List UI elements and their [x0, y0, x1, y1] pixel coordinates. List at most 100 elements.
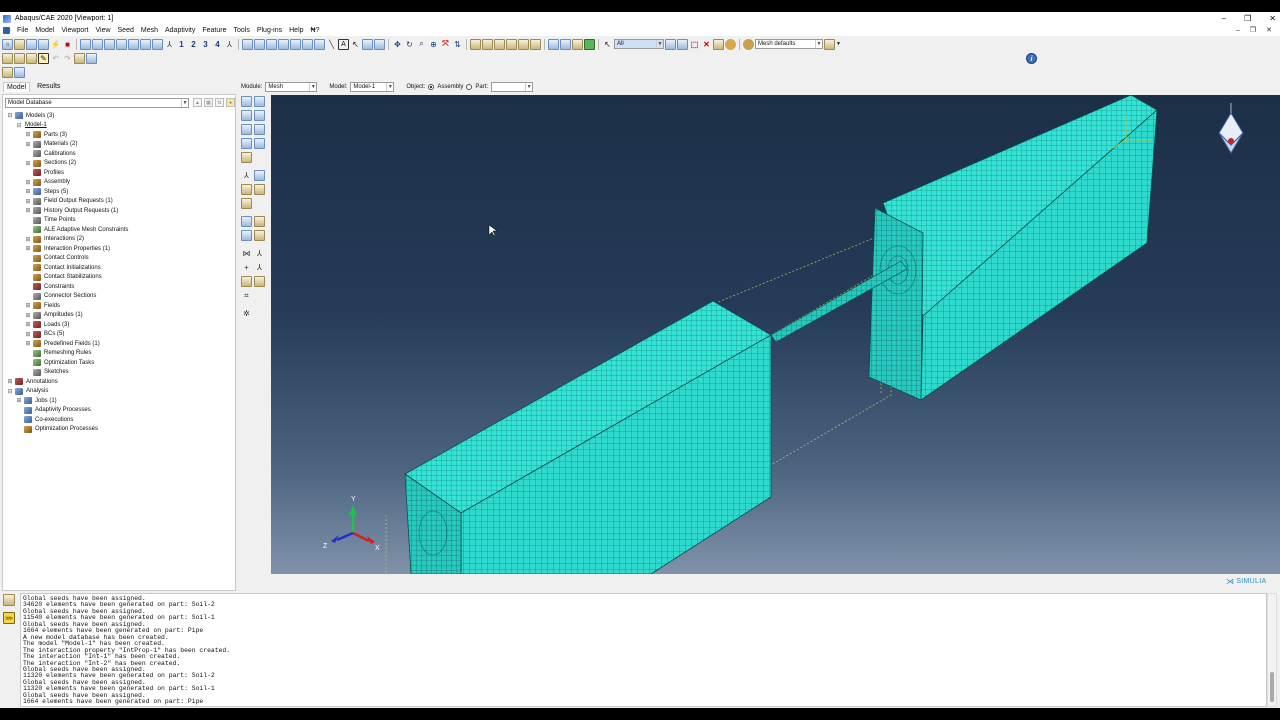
tree-item[interactable]: Contact Initializations	[3, 263, 235, 273]
virtual-topology-tool-icon[interactable]	[241, 216, 252, 227]
tree-item[interactable]: ⊞ Interactions (2)	[3, 235, 235, 245]
rotate-icon[interactable]: ↻	[404, 39, 415, 50]
tree-item[interactable]: Optimization Processes	[3, 425, 235, 435]
delete-mesh-tool-icon[interactable]	[241, 152, 252, 163]
perspective-icon[interactable]	[518, 38, 529, 50]
view-left-icon[interactable]	[290, 38, 301, 50]
datum-point-tool-icon[interactable]: +	[241, 262, 252, 273]
cube-icon[interactable]: ■	[62, 39, 73, 50]
close-button[interactable]: ✕	[1269, 12, 1276, 25]
part-combo[interactable]: ▼	[491, 82, 534, 92]
refine-mesh-tool-icon[interactable]	[254, 230, 265, 241]
cut-icon[interactable]	[74, 52, 85, 64]
view-iso-icon[interactable]	[314, 38, 325, 50]
node-tool-icon[interactable]: ⋈	[241, 248, 252, 259]
tree-item[interactable]: ⊞ Amplitudes (1)	[3, 311, 235, 321]
expand-icon[interactable]: ⊞	[25, 207, 31, 214]
delete-seed-tool-icon[interactable]	[254, 110, 265, 121]
expand-icon[interactable]: ⊞	[25, 236, 31, 243]
menu-plugins[interactable]: Plug-ins	[257, 27, 282, 34]
selection-tool-icon[interactable]: ✎	[38, 52, 49, 64]
view-cube-icon[interactable]	[1218, 103, 1244, 154]
tree-item[interactable]: Co-executions	[3, 415, 235, 425]
minimize-button[interactable]: –	[1222, 12, 1226, 25]
expand-icon[interactable]: ⊞	[25, 198, 31, 205]
message-area[interactable]: Global seeds have been assigned. 34620 el…	[20, 593, 1267, 707]
tree-item[interactable]: Contact Stabilizations	[3, 273, 235, 283]
tree-item[interactable]: ⊞ Materials (2)	[3, 140, 235, 150]
zoom-box-icon[interactable]: ⊕	[428, 39, 439, 50]
expand-icon[interactable]: ⊞	[7, 378, 13, 385]
tree-item[interactable]: ⊞ Jobs (1)	[3, 396, 235, 406]
combine-faces-tool-icon[interactable]	[254, 216, 265, 227]
tree-item[interactable]: Adaptivity Processes	[3, 406, 235, 416]
menu-mesh[interactable]: Mesh	[141, 27, 158, 34]
tree-item[interactable]: Profiles	[3, 168, 235, 178]
soil-2-block[interactable]	[868, 95, 1158, 401]
tree-item[interactable]: ⊟ Analysis	[3, 387, 235, 397]
model-combo[interactable]: Model-1 ▼	[350, 82, 395, 92]
tree-item[interactable]: Optimization Tasks	[3, 358, 235, 368]
copy-tree-icon[interactable]: ▦	[204, 98, 213, 107]
tab-model[interactable]: Model	[3, 82, 31, 92]
viewport-canvas[interactable]: Y X Z	[271, 95, 1280, 574]
expand-icon[interactable]: ⊞	[25, 302, 31, 309]
verify-mesh-tool-icon[interactable]: ⅄	[241, 170, 252, 181]
expand-icon[interactable]: ⊞	[25, 245, 31, 252]
pan-icon[interactable]: ✥	[392, 39, 403, 50]
tree-item[interactable]: ⊞ Sections (2)	[3, 159, 235, 169]
expand-icon[interactable]: ⊞	[25, 331, 31, 338]
info-icon[interactable]: i	[1026, 53, 1037, 64]
assembly-display-icon[interactable]	[14, 52, 25, 64]
tree-item[interactable]: ⊞ Parts (3)	[3, 130, 235, 140]
list-icon[interactable]	[374, 38, 385, 50]
partition-cell-tool-icon[interactable]	[241, 184, 252, 195]
message-area-icon[interactable]	[3, 594, 15, 606]
filter-tree-icon[interactable]: ⇅	[215, 98, 224, 107]
hidden-line-icon[interactable]	[482, 38, 493, 50]
mesh-part-icon[interactable]	[104, 38, 115, 50]
view-top-icon[interactable]	[266, 38, 277, 50]
edit-mesh-tool-icon[interactable]	[241, 230, 252, 241]
view-front-icon[interactable]	[242, 38, 253, 50]
maximize-button[interactable]: ❐	[1244, 12, 1251, 25]
tree-item[interactable]: ⊞ Field Output Requests (1)	[3, 197, 235, 207]
collapse-icon[interactable]: ⊟	[7, 388, 13, 395]
mesh-region-tool-icon[interactable]	[254, 138, 265, 149]
select-boundary-icon[interactable]	[677, 38, 688, 50]
tree-item[interactable]: ⊞ BCs (5)	[3, 330, 235, 340]
parallel-icon[interactable]	[530, 38, 541, 50]
tree-item[interactable]: ⊞ Annotations	[3, 377, 235, 387]
angle-select-icon[interactable]	[713, 38, 724, 50]
box-zoom-icon[interactable]	[572, 38, 583, 50]
move-up-icon[interactable]: ▲	[193, 98, 202, 107]
menu-adaptivity[interactable]: Adaptivity	[165, 27, 195, 34]
view-bottom-icon[interactable]	[278, 38, 289, 50]
tree-item[interactable]: Sketches	[3, 368, 235, 378]
seed-edge-icon[interactable]	[92, 38, 103, 50]
erase-select-icon[interactable]: ✕	[701, 39, 712, 50]
collapse-icon[interactable]: ⊟	[7, 112, 13, 119]
wireframe-icon[interactable]	[470, 38, 481, 50]
bucket-tool-icon[interactable]	[254, 276, 265, 287]
partition-edge-tool-icon[interactable]	[241, 198, 252, 209]
datum-csys-tool-icon[interactable]: ⅄	[254, 262, 265, 273]
shaded-edges-icon[interactable]	[506, 38, 517, 50]
viewport-close-button[interactable]: ✕	[1266, 25, 1272, 36]
number-1-button[interactable]: 1	[176, 39, 187, 50]
partition-face-tool-icon[interactable]	[254, 184, 265, 195]
soil-1-block[interactable]	[404, 300, 772, 574]
cycle-views-icon[interactable]: ⇅	[452, 39, 463, 50]
tree-item[interactable]: Contact Controls	[3, 254, 235, 264]
expand-icon[interactable]: ⊞	[25, 340, 31, 347]
cube-green-icon[interactable]	[584, 38, 595, 50]
tree-item[interactable]: ⊞ History Output Requests (1)	[3, 206, 235, 216]
seed-edge-tool-icon[interactable]	[241, 110, 252, 121]
layers-icon[interactable]	[824, 38, 835, 50]
bulb-icon[interactable]: ●	[226, 98, 235, 107]
tree-item[interactable]: Constraints	[3, 282, 235, 292]
model-database-combo[interactable]: Model Database ▼	[5, 98, 189, 108]
tree-item[interactable]: ⊞ Steps (5)	[3, 187, 235, 197]
person-icon[interactable]: ⅄	[224, 39, 235, 50]
number-2-button[interactable]: 2	[188, 39, 199, 50]
